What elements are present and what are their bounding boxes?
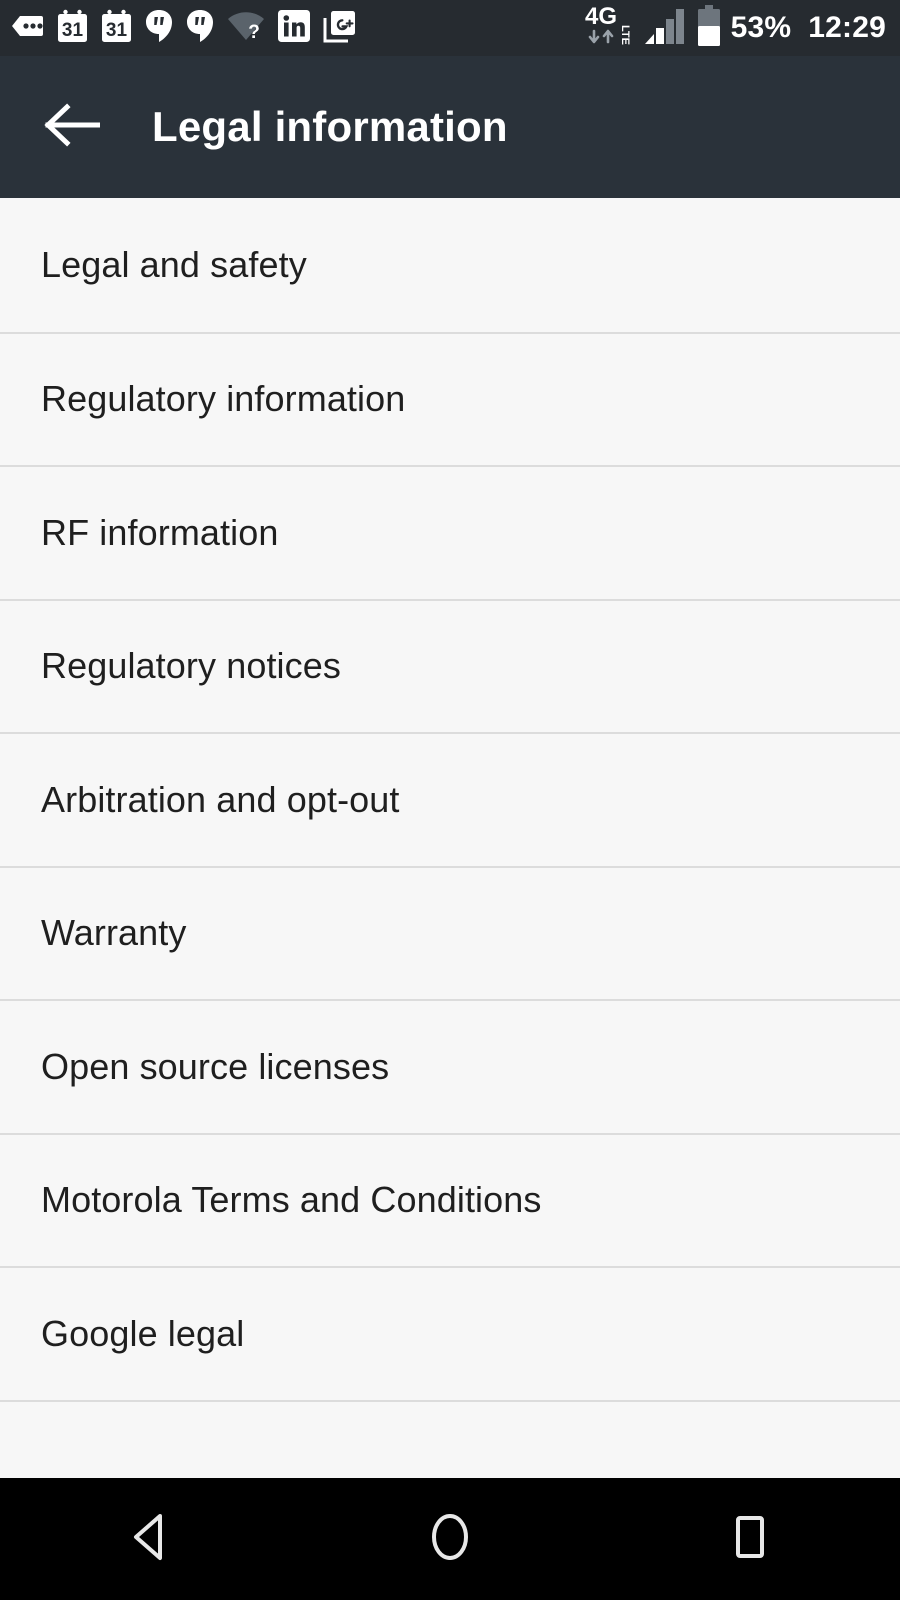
nav-recents-button[interactable] — [675, 1478, 825, 1600]
svg-text:LTE: LTE — [619, 25, 631, 45]
list-item-label: Arbitration and opt-out — [41, 778, 400, 820]
arrow-left-icon — [44, 102, 101, 153]
list-item-arbitration-and-opt-out[interactable]: Arbitration and opt-out — [0, 732, 900, 866]
back-button[interactable] — [26, 81, 118, 173]
battery-percent-label: 53% — [730, 11, 792, 44]
status-bar-clock: 12:29 — [808, 11, 886, 44]
legal-information-list[interactable]: Legal and safety Regulatory information … — [0, 198, 900, 1478]
list-item-open-source-licenses[interactable]: Open source licenses — [0, 999, 900, 1133]
google-plus-icon — [323, 9, 357, 48]
linkedin-icon — [278, 9, 310, 47]
triangle-left-icon — [127, 1511, 173, 1568]
list-item-google-legal[interactable]: Google legal — [0, 1266, 900, 1400]
svg-text:31: 31 — [106, 20, 128, 41]
list-item-label: Motorola Terms and Conditions — [41, 1179, 542, 1221]
signal-bars-icon — [643, 6, 687, 51]
network-4g-lte-icon: 4G LTE — [584, 3, 634, 54]
wifi-no-internet-icon: ? — [227, 11, 265, 46]
calendar-icon: 31 — [57, 9, 88, 48]
list-item-motorola-terms-and-conditions[interactable]: Motorola Terms and Conditions — [0, 1132, 900, 1266]
list-item-regulatory-notices[interactable]: Regulatory notices — [0, 598, 900, 732]
list-item-label: Google legal — [41, 1312, 245, 1354]
hangouts-icon — [186, 9, 214, 48]
svg-text:31: 31 — [62, 20, 84, 41]
calendar-icon: 31 — [101, 9, 132, 48]
battery-icon — [696, 4, 722, 52]
svg-text:?: ? — [248, 22, 260, 41]
nav-home-button[interactable] — [375, 1478, 525, 1600]
page-title: Legal information — [152, 103, 508, 150]
status-bar: 31 31 ? 4G LTE 53% 12:29 — [0, 0, 900, 56]
square-icon — [727, 1511, 773, 1568]
list-item-label: Open source licenses — [41, 1045, 390, 1087]
svg-text:4G: 4G — [585, 3, 617, 30]
status-bar-system-area: 4G LTE 53% 12:29 — [584, 3, 886, 54]
list-item-label: Regulatory notices — [41, 645, 341, 687]
list-item-partial[interactable] — [0, 1399, 900, 1478]
list-item-label: Legal and safety — [41, 243, 307, 285]
list-item-rf-information[interactable]: RF information — [0, 465, 900, 599]
list-item-regulatory-information[interactable]: Regulatory information — [0, 331, 900, 465]
list-item-label: RF information — [41, 511, 279, 553]
more-notifications-icon — [10, 12, 44, 45]
circle-icon — [425, 1509, 475, 1570]
status-bar-notification-area: 31 31 ? — [10, 9, 584, 48]
list-item-warranty[interactable]: Warranty — [0, 865, 900, 999]
system-navigation-bar — [0, 1478, 900, 1600]
list-item-label: Warranty — [41, 912, 187, 954]
nav-back-button[interactable] — [75, 1478, 225, 1600]
list-item-label: Regulatory information — [41, 378, 406, 420]
phone-screen: 31 31 ? 4G LTE 53% 12:29 Legal informati… — [0, 0, 900, 1600]
list-item-legal-and-safety[interactable]: Legal and safety — [0, 198, 900, 332]
app-toolbar: Legal information — [0, 56, 900, 198]
hangouts-icon — [145, 9, 173, 48]
